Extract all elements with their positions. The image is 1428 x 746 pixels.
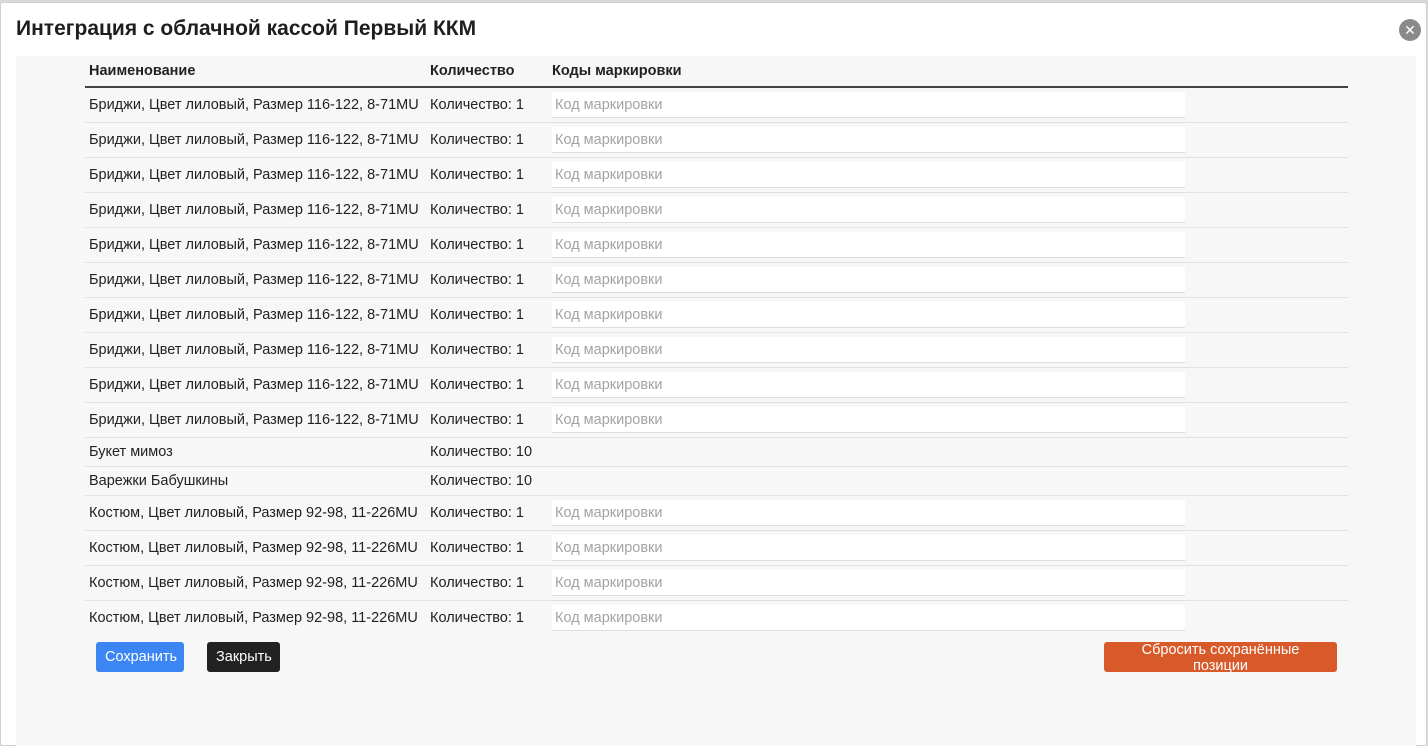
item-quantity: Количество: 10 [426, 437, 548, 467]
item-quantity: Количество: 1 [426, 600, 548, 635]
table-row: Бриджи, Цвет лиловый, Размер 116-122, 8-… [85, 332, 1348, 368]
marking-code-input[interactable] [552, 267, 1185, 293]
item-name: Букет мимоз [85, 437, 426, 467]
item-quantity: Количество: 1 [426, 530, 548, 566]
item-name: Костюм, Цвет лиловый, Размер 92-98, 11-2… [85, 600, 426, 635]
item-quantity: Количество: 1 [426, 122, 548, 158]
table-row: Бриджи, Цвет лиловый, Размер 116-122, 8-… [85, 227, 1348, 263]
table-row: Бриджи, Цвет лиловый, Размер 116-122, 8-… [85, 86, 1348, 123]
table-row: Бриджи, Цвет лиловый, Размер 116-122, 8-… [85, 192, 1348, 228]
item-name: Костюм, Цвет лиловый, Размер 92-98, 11-2… [85, 495, 426, 531]
table-row: Варежки Бабушкины Количество: 10 [85, 466, 1348, 496]
close-icon[interactable]: ✕ [1399, 19, 1421, 41]
marking-code-input[interactable] [552, 570, 1185, 596]
item-quantity: Количество: 1 [426, 565, 548, 601]
item-quantity: Количество: 1 [426, 367, 548, 403]
marking-code-input[interactable] [552, 302, 1185, 328]
table-row: Букет мимоз Количество: 10 [85, 437, 1348, 467]
item-quantity: Количество: 1 [426, 86, 548, 123]
item-quantity: Количество: 1 [426, 332, 548, 368]
save-button[interactable]: Сохранить [96, 642, 184, 672]
item-name: Бриджи, Цвет лиловый, Размер 116-122, 8-… [85, 192, 426, 228]
marking-code-input[interactable] [552, 197, 1185, 223]
item-name: Бриджи, Цвет лиловый, Размер 116-122, 8-… [85, 297, 426, 333]
item-name: Костюм, Цвет лиловый, Размер 92-98, 11-2… [85, 530, 426, 566]
table-row: Костюм, Цвет лиловый, Размер 92-98, 11-2… [85, 600, 1348, 635]
item-quantity: Количество: 10 [426, 466, 548, 496]
item-name: Бриджи, Цвет лиловый, Размер 116-122, 8-… [85, 332, 426, 368]
item-code-cell [548, 86, 1348, 123]
item-quantity: Количество: 1 [426, 402, 548, 438]
table-row: Костюм, Цвет лиловый, Размер 92-98, 11-2… [85, 495, 1348, 531]
table-row: Бриджи, Цвет лиловый, Размер 116-122, 8-… [85, 367, 1348, 403]
item-quantity: Количество: 1 [426, 262, 548, 298]
item-code-cell [548, 332, 1348, 368]
item-code-cell [548, 402, 1348, 438]
item-code-cell [548, 466, 1348, 496]
modal-body: Наименование Количество Коды маркировки … [16, 56, 1416, 746]
item-code-cell [548, 297, 1348, 333]
item-code-cell [548, 262, 1348, 298]
item-code-cell [548, 192, 1348, 228]
item-name: Бриджи, Цвет лиловый, Размер 116-122, 8-… [85, 262, 426, 298]
item-quantity: Количество: 1 [426, 297, 548, 333]
marking-code-input[interactable] [552, 535, 1185, 561]
item-name: Костюм, Цвет лиловый, Размер 92-98, 11-2… [85, 565, 426, 601]
item-name: Бриджи, Цвет лиловый, Размер 116-122, 8-… [85, 227, 426, 263]
marking-code-input[interactable] [552, 127, 1185, 153]
item-quantity: Количество: 1 [426, 227, 548, 263]
header-quantity: Количество [426, 56, 548, 88]
marking-code-input[interactable] [552, 232, 1185, 258]
marking-code-input[interactable] [552, 605, 1185, 631]
item-code-cell [548, 157, 1348, 193]
item-code-cell [548, 565, 1348, 601]
table-row: Костюм, Цвет лиловый, Размер 92-98, 11-2… [85, 530, 1348, 566]
table-row: Бриджи, Цвет лиловый, Размер 116-122, 8-… [85, 402, 1348, 438]
item-quantity: Количество: 1 [426, 495, 548, 531]
table-row: Бриджи, Цвет лиловый, Размер 116-122, 8-… [85, 157, 1348, 193]
item-name: Бриджи, Цвет лиловый, Размер 116-122, 8-… [85, 157, 426, 193]
item-code-cell [548, 122, 1348, 158]
close-button[interactable]: Закрыть [207, 642, 280, 672]
marking-code-input[interactable] [552, 407, 1185, 433]
item-code-cell [548, 495, 1348, 531]
table-row: Бриджи, Цвет лиловый, Размер 116-122, 8-… [85, 297, 1348, 333]
table-row: Бриджи, Цвет лиловый, Размер 116-122, 8-… [85, 262, 1348, 298]
modal-title: Интеграция с облачной кассой Первый ККМ [16, 17, 477, 40]
item-name: Варежки Бабушкины [85, 466, 426, 496]
item-name: Бриджи, Цвет лиловый, Размер 116-122, 8-… [85, 367, 426, 403]
item-name: Бриджи, Цвет лиловый, Размер 116-122, 8-… [85, 86, 426, 123]
marking-code-input[interactable] [552, 162, 1185, 188]
item-code-cell [548, 437, 1348, 467]
item-code-cell [548, 600, 1348, 635]
marking-code-input[interactable] [552, 372, 1185, 398]
item-name: Бриджи, Цвет лиловый, Размер 116-122, 8-… [85, 402, 426, 438]
integration-modal: Интеграция с облачной кассой Первый ККМ … [0, 2, 1427, 746]
marking-code-input[interactable] [552, 500, 1185, 526]
table-row: Бриджи, Цвет лиловый, Размер 116-122, 8-… [85, 122, 1348, 158]
table-body: Бриджи, Цвет лиловый, Размер 116-122, 8-… [85, 86, 1348, 635]
item-quantity: Количество: 1 [426, 157, 548, 193]
marking-code-input[interactable] [552, 92, 1185, 118]
reset-saved-positions-button[interactable]: Сбросить сохранённые позиции [1104, 642, 1337, 674]
item-code-cell [548, 530, 1348, 566]
table-row: Костюм, Цвет лиловый, Размер 92-98, 11-2… [85, 565, 1348, 601]
item-code-cell [548, 227, 1348, 263]
item-code-cell [548, 367, 1348, 403]
table-header-row: Наименование Количество Коды маркировки [85, 56, 1348, 88]
header-codes: Коды маркировки [548, 56, 1348, 88]
item-quantity: Количество: 1 [426, 192, 548, 228]
header-name: Наименование [85, 56, 426, 88]
marking-codes-table: Наименование Количество Коды маркировки … [85, 56, 1348, 635]
marking-code-input[interactable] [552, 337, 1185, 363]
item-name: Бриджи, Цвет лиловый, Размер 116-122, 8-… [85, 122, 426, 158]
